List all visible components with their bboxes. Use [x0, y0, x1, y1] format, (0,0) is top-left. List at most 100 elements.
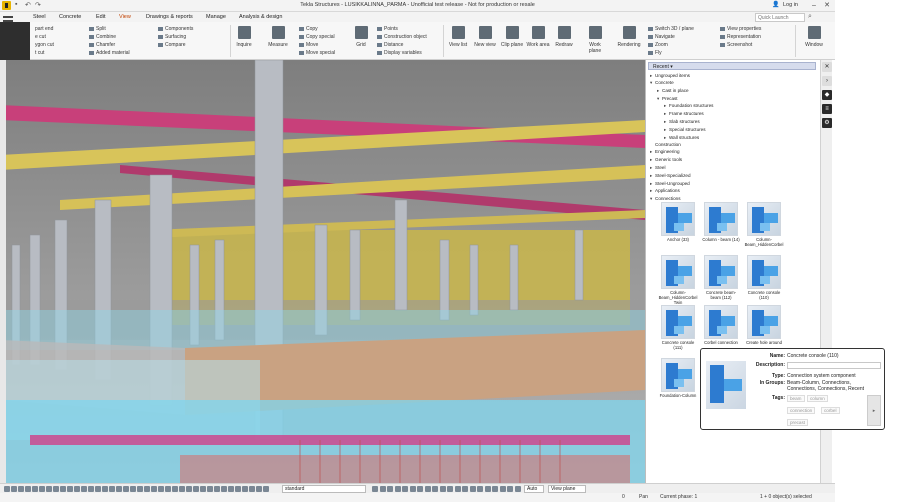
- snap-toggle-icon[interactable]: [214, 486, 220, 492]
- rb-work-plane-button[interactable]: Work plane: [583, 26, 607, 54]
- snap-option-icon[interactable]: [454, 486, 461, 492]
- close-pane-icon[interactable]: ✕: [822, 62, 832, 72]
- component-thumbnail[interactable]: Foundation-Column: [658, 358, 698, 406]
- snap-option-icon[interactable]: [499, 486, 506, 492]
- quick-launch-input[interactable]: [755, 13, 805, 22]
- user-icon[interactable]: 👤: [772, 1, 779, 8]
- snap-option-icon[interactable]: [507, 486, 513, 492]
- snap-option-icon[interactable]: [394, 486, 401, 492]
- rb-copy[interactable]: Copy: [299, 26, 318, 32]
- snap-option-icon[interactable]: [514, 486, 521, 492]
- tag[interactable]: beam: [787, 395, 805, 402]
- snap-toggle-icon[interactable]: [172, 486, 178, 492]
- component-thumbnail[interactable]: Anchor (33): [658, 202, 698, 250]
- rb-measure-button[interactable]: Measure: [266, 26, 290, 48]
- rb-points[interactable]: Points: [377, 26, 398, 32]
- component-thumbnail[interactable]: Concrete console (110): [744, 255, 784, 303]
- tab-view[interactable]: View: [119, 14, 131, 20]
- tree-item[interactable]: ▸ Wall structures: [664, 135, 699, 141]
- snap-toggle-icon[interactable]: [25, 486, 31, 492]
- rb-clip-plane-button[interactable]: Clip plane: [500, 26, 524, 48]
- snap-toggle-icon[interactable]: [165, 486, 171, 492]
- snap-toggle-icon[interactable]: [74, 486, 80, 492]
- snap-option-icon[interactable]: [387, 486, 393, 492]
- tree-item[interactable]: ▸ Steel: [650, 165, 665, 171]
- snap-option-icon[interactable]: [462, 486, 468, 492]
- snap-toggle-icon[interactable]: [186, 486, 192, 492]
- snap-toggle-icon[interactable]: [228, 486, 234, 492]
- tab-drawings-reports[interactable]: Drawings & reports: [146, 14, 193, 20]
- snap-toggle-icon[interactable]: [81, 486, 87, 492]
- rb-view-list-button[interactable]: View list: [446, 26, 470, 48]
- tags-scroll-button[interactable]: ▸: [867, 395, 881, 426]
- component-thumbnail[interactable]: Corbel connection: [701, 305, 741, 353]
- rb-move-special[interactable]: Move special: [299, 50, 335, 56]
- rb-copy-special[interactable]: Copy special: [299, 34, 335, 40]
- tag[interactable]: corbel: [821, 407, 840, 414]
- snap-toggle-icon[interactable]: [179, 486, 185, 492]
- view-plane-select[interactable]: View plane: [548, 485, 586, 493]
- tab-steel[interactable]: Steel: [33, 14, 46, 20]
- component-thumbnail[interactable]: Concrete console (111): [658, 305, 698, 353]
- rb-distance[interactable]: Distance: [377, 42, 403, 48]
- rb-new-view-button[interactable]: New view: [473, 26, 497, 48]
- close-icon[interactable]: ✕: [821, 0, 833, 11]
- snap-toggle-icon[interactable]: [95, 486, 101, 492]
- rb-components[interactable]: Components: [158, 26, 193, 32]
- snap-toggle-icon[interactable]: [263, 486, 269, 492]
- rb-navigate[interactable]: Navigate: [648, 34, 675, 40]
- rb-combine[interactable]: Combine: [89, 34, 116, 40]
- auto-select[interactable]: Auto: [524, 485, 544, 493]
- snap-toggle-icon[interactable]: [137, 486, 143, 492]
- snap-toggle-icon[interactable]: [109, 486, 115, 492]
- snap-option-icon[interactable]: [417, 486, 423, 492]
- tree-item[interactable]: ▸ Engineering: [650, 149, 680, 155]
- rb-part-cut[interactable]: t cut: [35, 50, 44, 56]
- snap-option-icon[interactable]: [447, 486, 453, 492]
- rb-inquire-button[interactable]: Inquire: [232, 26, 256, 48]
- tag[interactable]: column: [807, 395, 828, 402]
- snap-toggle-icon[interactable]: [144, 486, 150, 492]
- tree-item[interactable]: ▸ Frame structures: [664, 111, 704, 117]
- snap-toggle-icon[interactable]: [39, 486, 45, 492]
- tab-analysis-design[interactable]: Analysis & design: [239, 14, 282, 20]
- snap-option-icon[interactable]: [492, 486, 498, 492]
- snap-toggle-icon[interactable]: [67, 486, 73, 492]
- rb-representation[interactable]: Representation: [720, 34, 761, 40]
- rb-part-end[interactable]: part end: [35, 26, 53, 32]
- snap-toggle-icon[interactable]: [200, 486, 206, 492]
- snap-toggle-icon[interactable]: [60, 486, 66, 492]
- tree-item[interactable]: ▸ Special structures: [664, 127, 706, 133]
- tip-description-field[interactable]: [787, 362, 881, 369]
- rb-compare[interactable]: Compare: [158, 42, 186, 48]
- snap-toggle-icon[interactable]: [130, 486, 136, 492]
- tree-item[interactable]: ▸ Cast in place: [657, 88, 689, 94]
- component-thumbnail[interactable]: Create hole around: [744, 305, 784, 353]
- tree-item[interactable]: ▸ Ungrouped items: [650, 73, 690, 79]
- rb-switch-3d[interactable]: Switch 3D / plane: [648, 26, 694, 32]
- tree-item[interactable]: ▸ Applications: [650, 188, 680, 194]
- tree-item[interactable]: ▸ Steel-Specialized: [650, 173, 691, 179]
- rb-surfacing[interactable]: Surfacing: [158, 34, 186, 40]
- snap-toggle-icon[interactable]: [46, 486, 52, 492]
- catalog-group-dropdown[interactable]: Recent ▾: [648, 62, 816, 70]
- model-view-3d[interactable]: [0, 60, 645, 483]
- snap-option-icon[interactable]: [477, 486, 483, 492]
- snap-toggle-icon[interactable]: [193, 486, 199, 492]
- snap-toggle-icon[interactable]: [53, 486, 59, 492]
- rb-polygon-cut[interactable]: ygon cut: [35, 42, 54, 48]
- properties-icon[interactable]: ≡: [822, 104, 832, 114]
- component-thumbnail[interactable]: Column - beam (14): [701, 202, 741, 250]
- rb-rendering-button[interactable]: Rendering: [617, 26, 641, 48]
- snap-toggle-icon[interactable]: [207, 486, 213, 492]
- snap-toggle-icon[interactable]: [11, 486, 17, 492]
- snap-option-icon[interactable]: [402, 486, 408, 492]
- snap-option-icon[interactable]: [379, 486, 386, 492]
- rb-added-material[interactable]: Added material: [89, 50, 130, 56]
- tree-item[interactable]: Construction: [650, 142, 681, 147]
- tree-item[interactable]: ▾ Concrete: [650, 80, 674, 86]
- snap-option-icon[interactable]: [409, 486, 416, 492]
- rb-work-area-button[interactable]: Work area: [526, 26, 550, 48]
- snap-toggle-icon[interactable]: [235, 486, 241, 492]
- rb-move[interactable]: Move: [299, 42, 318, 48]
